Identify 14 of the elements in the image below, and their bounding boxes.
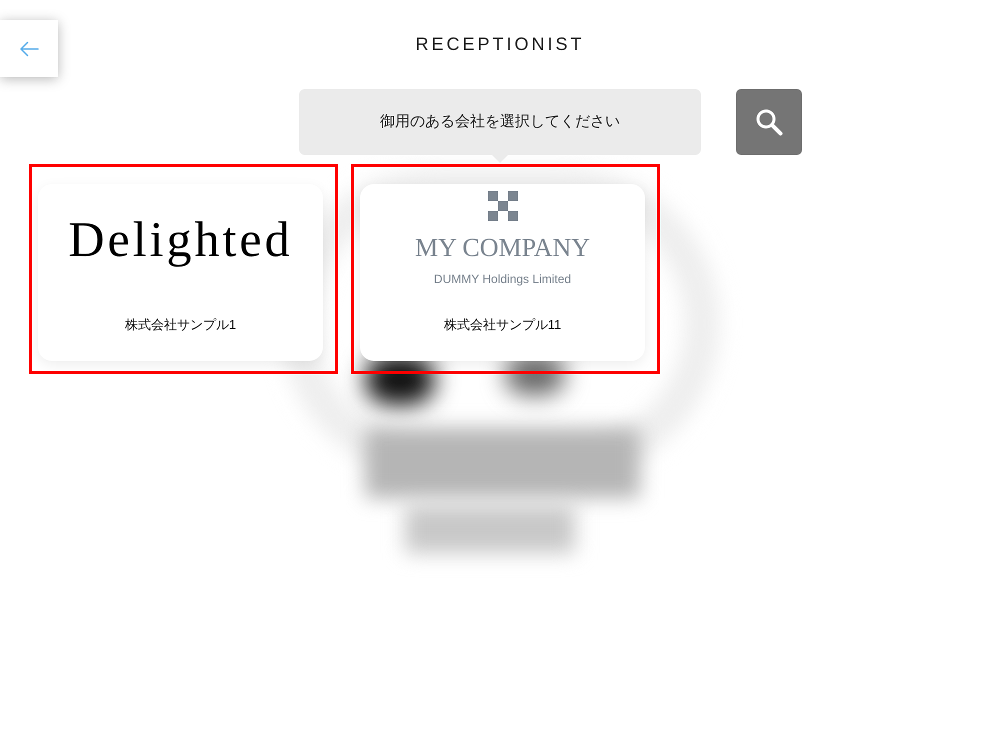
company-card[interactable]: MY COMPANY DUMMY Holdings Limited 株式会社サンプル11	[351, 164, 660, 374]
search-icon	[755, 108, 783, 136]
prompt-tooltip: 御用のある会社を選択してください	[299, 89, 701, 155]
tooltip-pointer-icon	[492, 155, 508, 163]
company-card[interactable]: Delighted 株式会社サンプル1	[29, 164, 338, 374]
logo-wordmark: Delighted	[68, 211, 293, 267]
company-name: 株式会社サンプル11	[444, 316, 562, 334]
checkered-logo-icon	[488, 191, 518, 221]
search-button[interactable]	[736, 89, 802, 155]
app-title: RECEPTIONIST	[415, 33, 584, 55]
logo-subtitle: DUMMY Holdings Limited	[434, 271, 572, 287]
back-arrow-icon	[19, 40, 39, 56]
company-name: 株式会社サンプル1	[124, 316, 236, 334]
logo-title: MY COMPANY	[414, 233, 590, 263]
